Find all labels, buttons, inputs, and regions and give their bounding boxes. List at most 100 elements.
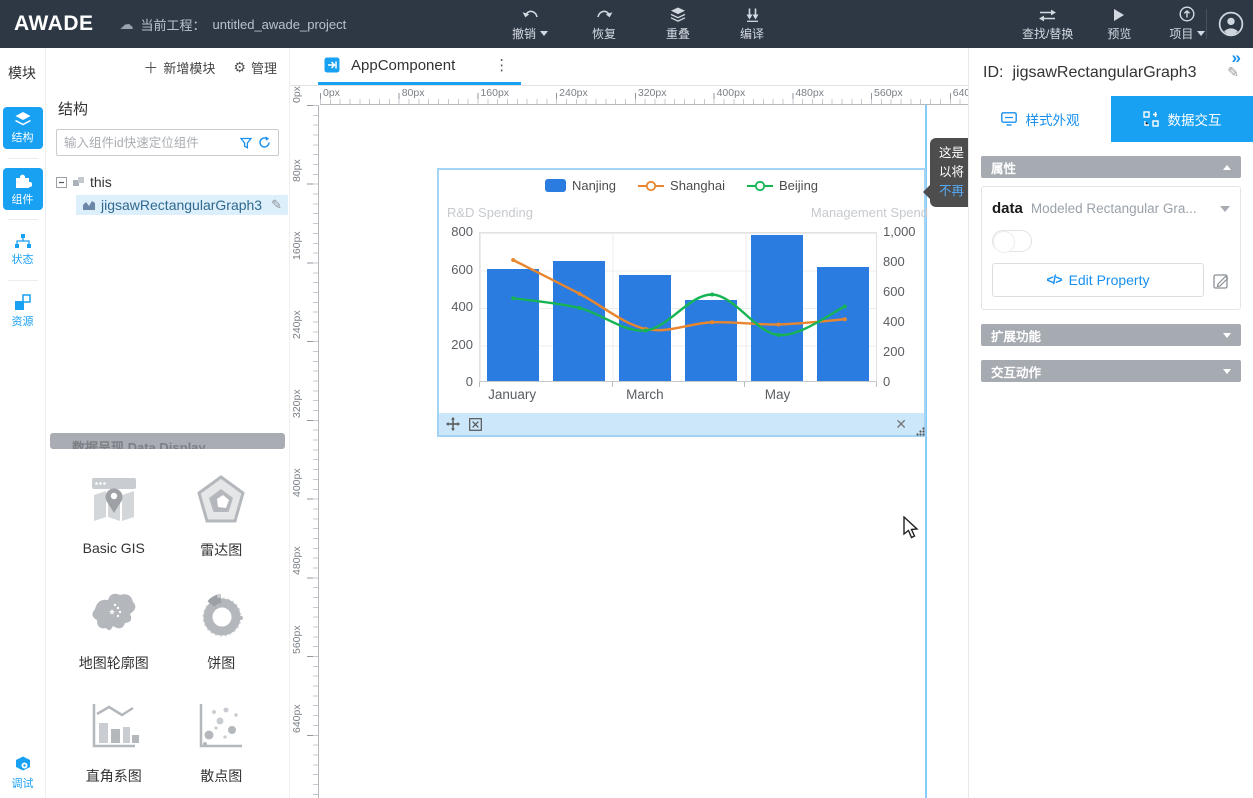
collapse-toggle-icon[interactable] <box>56 177 67 188</box>
inspector-tabs: 样式外观 数据交互 <box>969 96 1253 142</box>
toolbar-button-project[interactable]: 项目 <box>1165 6 1209 42</box>
edit-code-pencil-icon[interactable] <box>1213 272 1230 289</box>
move-handle-icon[interactable] <box>446 417 460 431</box>
section-extensions[interactable]: 扩展功能 <box>981 324 1241 346</box>
palette-item-radar[interactable]: 雷达图 <box>192 471 250 560</box>
y-tick-right: 400 <box>883 314 927 329</box>
plus-icon: ＋ <box>143 57 158 78</box>
toolbar-button-preview[interactable]: 预览 <box>1097 6 1141 42</box>
ruler-label: 400px <box>717 87 746 99</box>
radar-icon <box>192 471 250 529</box>
edit-property-button[interactable]: </> Edit Property <box>992 263 1204 297</box>
ruler-label: 400px <box>291 468 303 497</box>
manage-button[interactable]: ⚙ 管理 <box>233 58 277 77</box>
structure-icon <box>14 111 32 127</box>
ruler-label: 240px <box>291 311 303 340</box>
add-module-button[interactable]: ＋ 新增模块 <box>143 57 215 78</box>
data-toggle-switch[interactable] <box>992 230 1032 252</box>
sidebar-item-structure[interactable]: 结构 <box>3 107 43 149</box>
legend-swatch <box>545 179 566 192</box>
chevron-down-icon[interactable] <box>1220 206 1230 212</box>
ruler-vertical: 0px80px160px240px320px400px480px560px640… <box>300 105 319 798</box>
palette-item-pie[interactable]: 饼图 <box>192 584 250 673</box>
dismiss-link[interactable]: 不再 <box>939 182 968 201</box>
state-icon <box>14 233 32 249</box>
sidebar-item-debug[interactable]: 调试 <box>3 752 43 794</box>
palette-item-scatter[interactable]: 散点图 <box>192 697 250 786</box>
tab-appcomponent[interactable]: AppComponent ⋮ <box>318 48 521 85</box>
sidebar-item-state[interactable]: 状态 <box>3 229 43 271</box>
toolbar-right: 查找/替换预览项目 <box>1022 6 1209 42</box>
toolbar-button-layers[interactable]: 重叠 <box>656 6 700 42</box>
tab-data-interaction[interactable]: 数据交互 <box>1111 96 1253 142</box>
palette-section-header[interactable]: 数据呈现 Data Display <box>50 433 285 449</box>
tree-node-root[interactable]: this <box>52 172 283 192</box>
section-properties[interactable]: 属性 <box>981 156 1241 178</box>
component-search <box>56 129 279 156</box>
scatter-icon <box>192 697 250 755</box>
component-icon <box>14 171 32 189</box>
ruler-label: 0px <box>291 86 303 103</box>
toolbar-button-undo[interactable]: 撤销 <box>508 6 552 42</box>
top-bar: AWADE ☁ 当前工程： untitled_awade_project 撤销恢… <box>0 0 1253 48</box>
data-property-row: data Modeled Rectangular Gra... <box>992 200 1230 217</box>
structure-panel: ＋ 新增模块 ⚙ 管理 结构 this jigsawRectangularGra… <box>46 48 290 798</box>
refresh-icon[interactable] <box>258 136 271 149</box>
x-axis-tick <box>612 382 613 387</box>
caret-down-icon <box>1197 31 1205 36</box>
ruler-label: 320px <box>638 87 667 99</box>
y-tick-left: 800 <box>439 224 473 239</box>
project-label: 当前工程： <box>141 15 206 34</box>
hint-tooltip: 这是 以将 不再 <box>930 138 968 207</box>
section-interactions[interactable]: 交互动作 <box>981 360 1241 382</box>
data-property-label: data <box>992 200 1023 217</box>
tab-menu-icon[interactable]: ⋮ <box>494 56 509 74</box>
chevron-up-icon <box>1223 165 1231 170</box>
x-axis-tick <box>744 382 745 387</box>
compile-icon <box>745 6 760 22</box>
sidebar-item-resource[interactable]: 资源 <box>3 290 43 332</box>
palette-item-barline[interactable]: 直角系图 <box>85 697 143 786</box>
legend-item-shanghai[interactable]: Shanghai <box>638 178 725 193</box>
find-replace-icon <box>1038 6 1057 22</box>
module-title: 模块 <box>0 63 36 83</box>
tab-style-appearance[interactable]: 样式外观 <box>969 96 1111 142</box>
module-nav: 结构组件状态资源 <box>3 107 43 332</box>
line-series <box>480 233 876 381</box>
gis-icon <box>85 471 143 529</box>
ruler-label: 240px <box>559 87 588 99</box>
resize-grip[interactable] <box>916 427 925 436</box>
y-tick-left: 0 <box>439 374 473 389</box>
module-node-icon <box>72 176 85 189</box>
tree-node-selected[interactable]: jigsawRectangularGraph3 ✎ <box>76 195 288 215</box>
user-avatar[interactable] <box>1218 11 1244 37</box>
design-canvas[interactable]: AppComponent ⋮ 0px80px160px240px320px400… <box>290 48 968 798</box>
delete-box-icon[interactable] <box>469 418 482 431</box>
legend-item-nanjing[interactable]: Nanjing <box>545 178 616 193</box>
mouse-cursor <box>903 516 920 540</box>
sidebar-item-component[interactable]: 组件 <box>3 168 43 210</box>
y-tick-right: 800 <box>883 254 927 269</box>
ruler-label: 80px <box>402 87 425 99</box>
y-tick-left: 200 <box>439 337 473 352</box>
toolbar-button-compile[interactable]: 编译 <box>730 6 774 42</box>
y-tick-left: 400 <box>439 299 473 314</box>
resource-icon <box>14 294 31 311</box>
legend-item-beijing[interactable]: Beijing <box>747 178 818 193</box>
jigsaw-rectangular-graph-component[interactable]: NanjingShanghaiBeijing R&D Spending Mana… <box>437 168 926 437</box>
search-input[interactable] <box>64 136 234 150</box>
y-tick-left: 600 <box>439 262 473 277</box>
preview-icon <box>1113 6 1125 22</box>
right-axis-title: Management Spend <box>811 205 928 220</box>
rename-pencil-icon[interactable]: ✎ <box>271 197 282 213</box>
x-axis-label: January <box>488 387 536 402</box>
project-name: untitled_awade_project <box>213 17 347 32</box>
close-icon[interactable]: ✕ <box>895 416 917 433</box>
chart-area: NanjingShanghaiBeijing R&D Spending Mana… <box>439 170 924 413</box>
toolbar-button-find-replace[interactable]: 查找/替换 <box>1022 6 1073 42</box>
collapse-panel-icon[interactable]: » <box>1232 48 1241 68</box>
filter-icon[interactable] <box>240 137 252 149</box>
palette-item-chinamap[interactable]: 地图轮廓图 <box>79 584 149 673</box>
toolbar-button-redo[interactable]: 恢复 <box>582 6 626 42</box>
palette-item-gis[interactable]: Basic GIS <box>83 471 145 560</box>
